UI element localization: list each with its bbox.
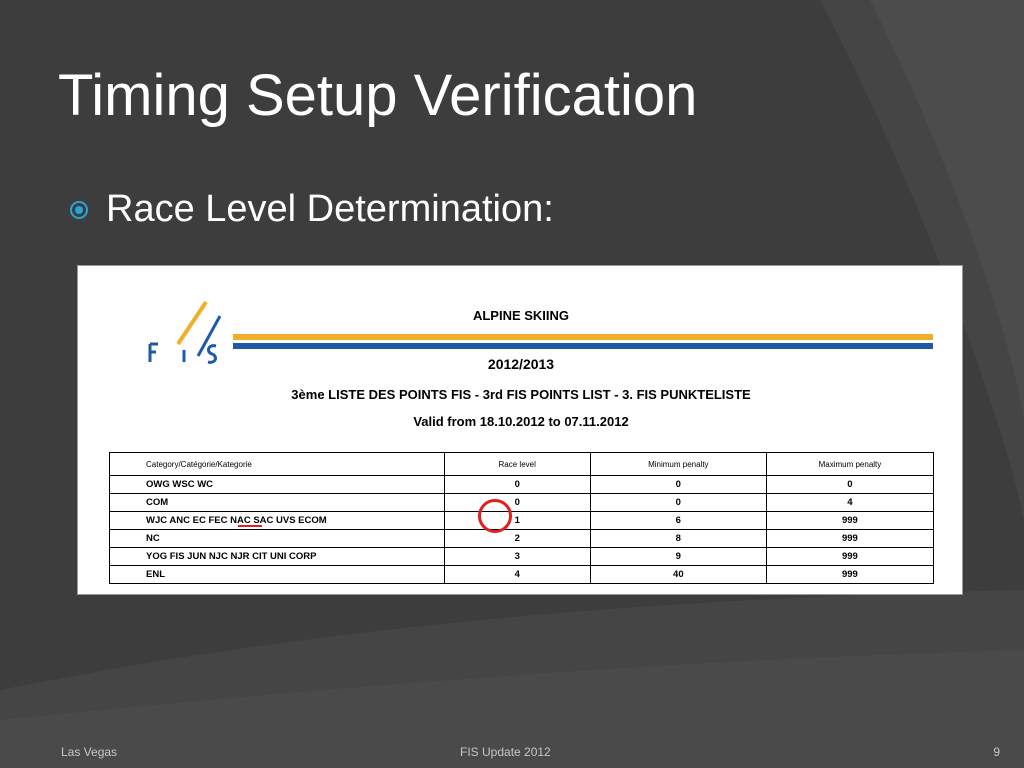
cell-max-penalty: 999 — [765, 565, 935, 584]
table-row: OWG WSC WC 0 0 0 — [109, 475, 935, 494]
cell-min-penalty: 40 — [589, 565, 767, 584]
table-row: ENL 4 40 999 — [109, 565, 935, 584]
radio-bullet-icon — [70, 200, 88, 219]
cell-race-level: 4 — [443, 565, 591, 584]
cell-max-penalty: 0 — [765, 475, 935, 494]
cell-min-penalty: 0 — [589, 493, 767, 512]
table-row: NC 2 8 999 — [109, 529, 935, 548]
cell-category: ENL — [109, 565, 445, 584]
race-level-table: Category/Catégorie/Kategorie Race level … — [109, 452, 935, 584]
cell-category: WJC ANC EC FEC NAC SAC UVS ECOM — [109, 511, 445, 530]
cell-category: YOG FIS JUN NJC NJR CIT UNI CORP — [109, 547, 445, 566]
cell-max-penalty: 999 — [765, 529, 935, 548]
cell-race-level: 0 — [443, 475, 591, 494]
table-row: YOG FIS JUN NJC NJR CIT UNI CORP 3 9 999 — [109, 547, 935, 566]
cell-max-penalty: 4 — [765, 493, 935, 512]
cell-race-level: 0 — [443, 493, 591, 512]
cell-min-penalty: 6 — [589, 511, 767, 530]
table-header-row: Category/Catégorie/Kategorie Race level … — [109, 452, 935, 476]
list-title: 3ème LISTE DES POINTS FIS - 3rd FIS POIN… — [291, 387, 751, 402]
header-stripes — [233, 334, 933, 349]
sport-heading: ALPINE SKIING — [472, 308, 570, 323]
footer-location: Las Vegas — [61, 745, 118, 759]
slide-number: 9 — [993, 745, 1000, 759]
cell-race-level: 2 — [443, 529, 591, 548]
cell-min-penalty: 8 — [589, 529, 767, 548]
highlight-circle — [478, 499, 512, 533]
footer-event: FIS Update 2012 — [460, 745, 551, 759]
table-row: COM 0 0 4 — [109, 493, 935, 512]
bullet-item: Race Level Determination: — [70, 188, 554, 231]
cell-category: OWG WSC WC — [109, 475, 445, 494]
header-min-penalty: Minimum penalty — [589, 452, 767, 476]
validity-dates: Valid from 18.10.2012 to 07.11.2012 — [413, 414, 629, 429]
cell-race-level: 3 — [443, 547, 591, 566]
cell-max-penalty: 999 — [765, 547, 935, 566]
cell-min-penalty: 0 — [589, 475, 767, 494]
slide-title: Timing Setup Verification — [58, 63, 698, 128]
bullet-text: Race Level Determination: — [106, 188, 554, 230]
header-category: Category/Catégorie/Kategorie — [109, 452, 445, 476]
fis-points-document-image: ALPINE SKIING 2012/2013 3ème LISTE DES P… — [77, 265, 963, 595]
header-race-level: Race level — [443, 452, 591, 476]
cell-max-penalty: 999 — [765, 511, 935, 530]
cell-race-level: 1 — [443, 511, 591, 530]
header-max-penalty: Maximum penalty — [765, 452, 935, 476]
cell-min-penalty: 9 — [589, 547, 767, 566]
highlight-underline — [238, 525, 262, 527]
season-heading: 2012/2013 — [487, 356, 555, 372]
cell-category: NC — [109, 529, 445, 548]
table-row: WJC ANC EC FEC NAC SAC UVS ECOM 1 6 999 — [109, 511, 935, 530]
cell-category: COM — [109, 493, 445, 512]
